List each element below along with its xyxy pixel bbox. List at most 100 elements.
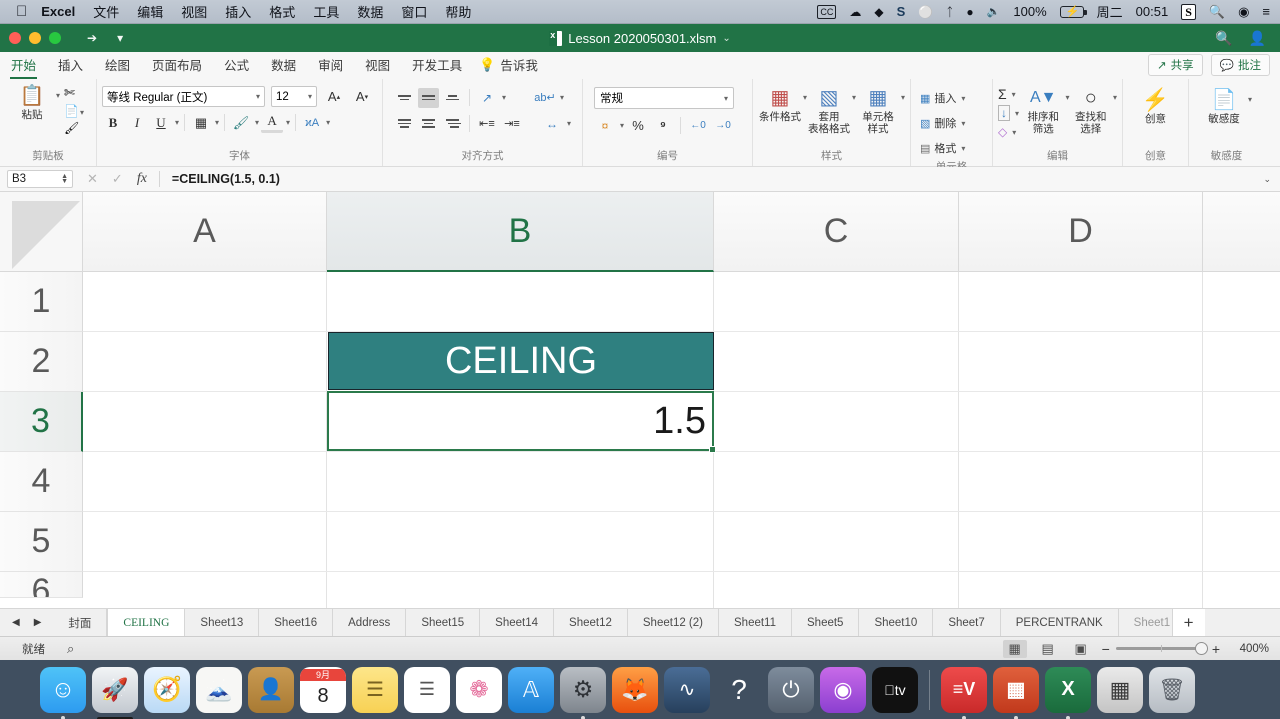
dock-item-calendar[interactable]: 9月 8 [300,666,346,713]
cell-b3-selected[interactable]: 1.5 [327,391,716,453]
format-painter-icon[interactable]: 🖌 [64,121,84,135]
comma-style-button[interactable]: ⁹ [652,115,674,136]
page-break-icon[interactable]: ▣ [1069,640,1093,658]
formula-input[interactable]: =CEILING(1.5, 0.1) [172,172,280,186]
insert-cells-button[interactable]: ▦ 插入 ▾ [920,87,965,109]
dock-item-powerpoint[interactable]: ▦ [993,666,1039,719]
align-top-icon[interactable] [394,88,415,108]
share-button[interactable]: ↗ 共享 [1148,54,1203,76]
zoom-track[interactable] [1115,642,1208,655]
merge-center-icon[interactable]: ↔ [541,113,563,134]
align-bottom-icon[interactable] [442,88,463,108]
dock-item-mail[interactable]: 🗻 [196,666,242,713]
autosum-button[interactable]: Σ ▾ [998,85,1019,103]
column-header-d[interactable]: D [959,192,1203,272]
name-box-spinner[interactable]: ▲ ▼ [61,173,68,185]
tab-home[interactable]: 开始 [0,55,47,79]
text-orientation-icon[interactable]: ↗ [476,87,498,108]
menu-item-window[interactable]: 窗口 [401,2,427,21]
volume-icon[interactable]: 🔈 [987,5,1001,18]
search-icon[interactable]: 🔍 [1215,30,1232,47]
sensitivity-button[interactable]: 📄 敏感度 [1201,87,1247,125]
conditional-formatting-button[interactable]: ▦ 条件格式 [758,85,802,123]
dock-item-safari[interactable]: 🧭 [144,666,190,713]
sheet-tab-sheet7[interactable]: Sheet7 [933,609,1001,636]
sheet-tab-sheet1[interactable]: Sheet1 [1119,609,1173,636]
sheet-tab-sheet11[interactable]: Sheet11 [719,609,792,636]
align-center-icon[interactable] [418,114,439,134]
zoom-knob[interactable] [1194,642,1208,655]
tab-formulas[interactable]: 公式 [213,55,260,79]
dock-item-trash[interactable]: 🗑 [1149,666,1195,713]
tab-developer[interactable]: 开发工具 [401,55,473,79]
format-cells-button[interactable]: ▤ 格式 ▾ [920,137,965,159]
sheet-tab-sheet12-2[interactable]: Sheet12 (2) [628,609,719,636]
cell-style-dropdown-caret[interactable]: ▾ [901,93,905,102]
cell-styles-button[interactable]: ▦ 单元格 样式 [856,85,900,135]
snagit-icon[interactable]: S [1181,3,1196,20]
dock-item-sequel-pro[interactable]: ∿ [664,666,710,713]
increase-decimal-icon[interactable]: ←0 [687,115,709,136]
fill-button[interactable]: ↓ ▾ [998,104,1019,122]
find-select-button[interactable]: ○ 查找和 选择 [1070,85,1112,135]
zoom-in-button[interactable]: + [1212,641,1220,657]
sheet-tab-sheet16[interactable]: Sheet16 [259,609,334,636]
dock-item-finder[interactable]: ☺ [40,666,86,719]
merge-dropdown-caret[interactable]: ▾ [567,119,571,128]
dock-item-evernote[interactable]: ≡V [941,666,987,719]
skype-icon[interactable]: S [897,4,906,19]
minimize-window-button[interactable] [29,32,41,44]
align-middle-icon[interactable] [418,87,439,108]
ideas-button[interactable]: ⚡ 创意 [1133,87,1179,126]
sort-filter-button[interactable]: A▼ 排序和 筛选 [1022,85,1064,135]
dock-item-reminders[interactable]: ☰ [404,666,450,713]
phonetic-dropdown-caret[interactable]: ▾ [326,118,330,127]
underline-button[interactable]: U [150,112,172,133]
row-header-4[interactable]: 4 [0,452,83,512]
align-left-icon[interactable] [394,114,415,134]
currency-dropdown-caret[interactable]: ▾ [620,121,624,130]
apple-icon[interactable]:  [16,4,27,19]
column-header-e[interactable] [1203,192,1280,272]
column-header-a[interactable]: A [83,192,327,272]
battery-icon[interactable]: ⚡ [1059,5,1087,18]
underline-dropdown-caret[interactable]: ▾ [175,118,179,127]
menu-item-insert[interactable]: 插入 [225,2,251,21]
number-format-select[interactable]: 常规 ▾ [594,87,734,109]
dock-item-contacts[interactable]: 👤 [248,666,294,713]
decrease-indent-icon[interactable]: ⇤≡ [476,113,498,134]
dock-item-apple-tv[interactable]: tv [872,666,918,713]
dock-item-podcasts[interactable]: ◉ [820,666,866,713]
bold-button[interactable]: B [102,112,124,133]
zoom-out-button[interactable]: − [1102,641,1110,657]
sheet-tab-address[interactable]: Address [333,609,407,636]
wrap-text-icon[interactable]: ab↵ [534,87,556,108]
zoom-slider[interactable]: − + [1102,641,1220,657]
borders-icon[interactable]: ▦ [190,112,212,133]
menu-app-name[interactable]: Excel [41,4,75,19]
confirm-icon[interactable]: ✓ [112,171,123,187]
maximize-window-button[interactable] [49,32,61,44]
title-dropdown-caret[interactable]: ⌄ [722,33,730,44]
cell-b2[interactable]: CEILING [328,332,714,390]
grow-font-button[interactable]: A ▴ [323,86,345,107]
close-window-button[interactable] [9,32,21,44]
row-header-2[interactable]: 2 [0,332,83,392]
font-color-icon[interactable]: A [261,112,284,133]
format-as-table-button[interactable]: ▧ 套用 表格格式 [807,85,851,135]
sheet-tab-sheet5[interactable]: Sheet5 [792,609,860,636]
row-header-6[interactable]: 6 [0,572,83,598]
input-source-icon[interactable]: CC [817,4,837,19]
qat-overflow-icon[interactable]: ▾ [117,31,123,45]
next-sheet-icon[interactable]: ▶ [34,617,42,628]
align-right-icon[interactable] [442,114,463,134]
page-layout-icon[interactable]: ▤ [1036,640,1060,658]
sheet-tab-sheet12[interactable]: Sheet12 [554,609,628,636]
dock-item-launchpad[interactable]: 🚀 [92,666,138,719]
fill-color-icon[interactable]: 🖌 [230,112,252,133]
tab-review[interactable]: 审阅 [307,55,354,79]
decrease-decimal-icon[interactable]: →0 [712,115,734,136]
dock-item-firefox[interactable]: 🦊 [612,666,658,713]
account-icon[interactable]: 👤 [1249,30,1266,47]
tab-insert[interactable]: 插入 [47,55,94,79]
